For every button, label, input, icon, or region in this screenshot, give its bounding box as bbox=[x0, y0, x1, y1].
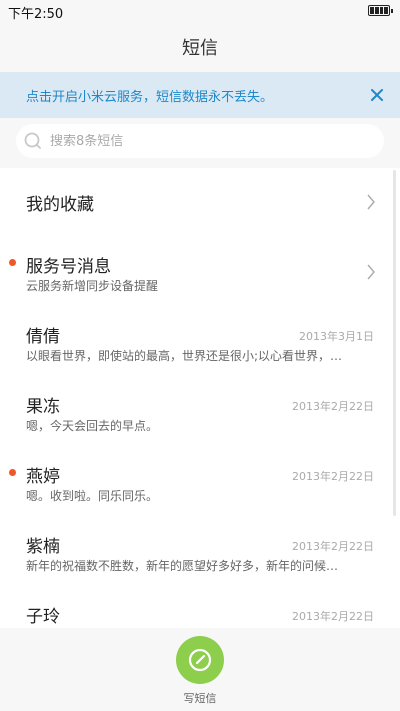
list-item-date: 2013年2月22日 bbox=[292, 470, 374, 483]
list-item-favorites[interactable]: 我的收藏 bbox=[0, 168, 400, 238]
scrollbar[interactable] bbox=[393, 170, 396, 516]
unread-dot bbox=[9, 259, 16, 266]
list-item-name: 燕婷 bbox=[26, 467, 60, 487]
list-item-name: 服务号消息 bbox=[26, 257, 111, 277]
search-bar[interactable] bbox=[16, 124, 384, 158]
list-item-conversation[interactable]: 子玲 2013年2月22日 bbox=[0, 588, 400, 628]
chevron-right-icon bbox=[367, 264, 375, 280]
list-item-name: 果冻 bbox=[26, 397, 60, 417]
conversation-list: 我的收藏 服务号消息 云服务新增同步设备提醒 倩倩 2013年3月1日 以眼看世… bbox=[0, 168, 400, 628]
title-bar: 短信 bbox=[0, 22, 400, 72]
list-item-preview: 云服务新增同步设备提醒 bbox=[26, 279, 159, 293]
banner-text[interactable]: 点击开启小米云服务，短信数据永不丢失。 bbox=[26, 86, 273, 105]
list-item-name: 紫楠 bbox=[26, 537, 60, 557]
list-item-conversation[interactable]: 紫楠 2013年2月22日 新年的祝福数不胜数，新年的愿望好多好多，新年的问候… bbox=[0, 518, 400, 588]
list-item-conversation[interactable]: 燕婷 2013年2月22日 嗯。收到啦。同乐同乐。 bbox=[0, 448, 400, 518]
list-item-preview: 以眼看世界，即使站的最高，世界还是很小;以心看世界，… bbox=[26, 349, 343, 363]
compose-button[interactable] bbox=[176, 636, 224, 684]
list-item-date: 2013年2月22日 bbox=[292, 610, 374, 623]
list-item-preview: 嗯。收到啦。同乐同乐。 bbox=[26, 489, 159, 503]
list-item-service-messages[interactable]: 服务号消息 云服务新增同步设备提醒 bbox=[0, 238, 400, 308]
unread-dot bbox=[9, 469, 16, 476]
chevron-right-icon bbox=[367, 194, 375, 210]
battery-icon bbox=[368, 5, 393, 16]
list-item-name: 子玲 bbox=[26, 607, 60, 627]
list-item-name: 我的收藏 bbox=[26, 195, 94, 215]
status-bar: 下午2:50 bbox=[0, 0, 400, 22]
list-item-preview: 嗯，今天会回去的早点。 bbox=[26, 419, 159, 433]
list-item-date: 2013年3月1日 bbox=[299, 330, 374, 343]
list-item-conversation[interactable]: 倩倩 2013年3月1日 以眼看世界，即使站的最高，世界还是很小;以心看世界，… bbox=[0, 308, 400, 378]
list-item-date: 2013年2月22日 bbox=[292, 540, 374, 553]
page-title: 短信 bbox=[182, 38, 218, 59]
close-icon[interactable] bbox=[366, 84, 388, 106]
search-icon bbox=[24, 132, 41, 149]
compose-icon bbox=[188, 648, 212, 672]
cloud-service-banner[interactable]: 点击开启小米云服务，短信数据永不丢失。 bbox=[0, 72, 400, 118]
list-item-date: 2013年2月22日 bbox=[292, 400, 374, 413]
list-item-conversation[interactable]: 果冻 2013年2月22日 嗯，今天会回去的早点。 bbox=[0, 378, 400, 448]
list-item-preview: 新年的祝福数不胜数，新年的愿望好多好多，新年的问候… bbox=[26, 559, 339, 573]
status-time: 下午2:50 bbox=[8, 7, 64, 22]
compose-label[interactable]: 写短信 bbox=[0, 690, 400, 706]
bottom-bar: 写短信 bbox=[0, 628, 400, 711]
search-input[interactable] bbox=[50, 133, 350, 149]
list-item-name: 倩倩 bbox=[26, 327, 60, 347]
